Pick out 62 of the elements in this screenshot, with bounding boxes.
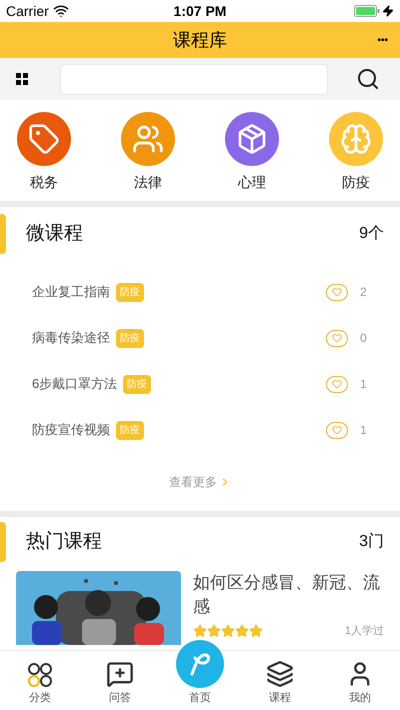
charging-icon [382, 5, 394, 17]
page-title: 课程库 [173, 28, 227, 52]
grid-icon[interactable] [16, 73, 28, 85]
star-icon [193, 624, 207, 638]
like-icon[interactable] [326, 376, 348, 392]
category-label: 心理 [238, 173, 266, 192]
clock: 1:07 PM [174, 2, 226, 20]
star-icon [249, 624, 263, 638]
category-item[interactable]: 心理 [224, 112, 280, 193]
tab-item[interactable]: 首页 [160, 635, 240, 710]
tag-icon [28, 123, 60, 155]
box-icon [236, 123, 268, 155]
course-tag: 防疫 [123, 374, 152, 394]
course-title: 如何区分感冒、新冠、流感 [193, 572, 381, 618]
search-field[interactable] [60, 64, 328, 94]
tab-item[interactable]: 问答 [80, 651, 160, 710]
like-icon[interactable] [326, 422, 348, 438]
battery-icon [354, 5, 380, 17]
more-button[interactable]: ••• [377, 32, 388, 48]
layers-icon [266, 660, 294, 688]
section-marker [0, 522, 6, 562]
section-marker [0, 214, 6, 254]
star-icon [221, 624, 235, 638]
people-icon [132, 123, 164, 155]
category-label: 防疫 [342, 173, 370, 192]
course-name: 防疫宣传视频 [32, 421, 110, 440]
course-name: 6步戴口罩方法 [32, 375, 118, 394]
tab-item[interactable]: 我的 [320, 651, 400, 710]
category-item[interactable]: 防疫 [328, 112, 384, 193]
course-row[interactable]: 病毒传染途径 防疫 0 [0, 315, 400, 361]
tab-item[interactable]: 分类 [0, 651, 80, 710]
star-icon [235, 624, 249, 638]
section-title: 微课程 [26, 222, 83, 246]
like-count: 0 [360, 330, 368, 347]
course-name: 病毒传染途径 [32, 329, 110, 348]
course-tag: 防疫 [116, 420, 144, 440]
search-icon[interactable] [356, 67, 380, 91]
clover-icon [27, 662, 53, 688]
wifi-icon [52, 3, 69, 19]
like-count: 2 [360, 284, 368, 301]
course-tag: 防疫 [116, 328, 144, 348]
carrier-label: Carrier [6, 2, 49, 20]
star-icon [207, 624, 221, 638]
category-label: 法律 [134, 173, 162, 192]
course-row[interactable]: 防疫宣传视频 防疫 1 [0, 407, 400, 453]
like-count: 1 [360, 422, 368, 439]
like-icon[interactable] [326, 330, 348, 346]
like-count: 1 [360, 376, 368, 393]
section-title: 热门课程 [26, 530, 102, 554]
category-label: 税务 [30, 173, 58, 192]
category-item[interactable]: 税务 [16, 112, 72, 193]
section-count: 9个 [359, 224, 384, 244]
tab-item[interactable]: 课程 [240, 651, 320, 710]
chat-icon [106, 660, 134, 688]
category-item[interactable]: 法律 [120, 112, 176, 193]
like-icon[interactable] [326, 284, 348, 300]
course-row[interactable]: 6步戴口罩方法 防疫 1 [0, 361, 400, 407]
learner-count: 1人学过 [344, 624, 384, 639]
course-name: 企业复工指南 [32, 283, 110, 302]
course-row[interactable]: 企业复工指南 防疫 2 [0, 269, 400, 315]
section-count: 3门 [359, 532, 384, 552]
course-tag: 防疫 [116, 282, 144, 302]
